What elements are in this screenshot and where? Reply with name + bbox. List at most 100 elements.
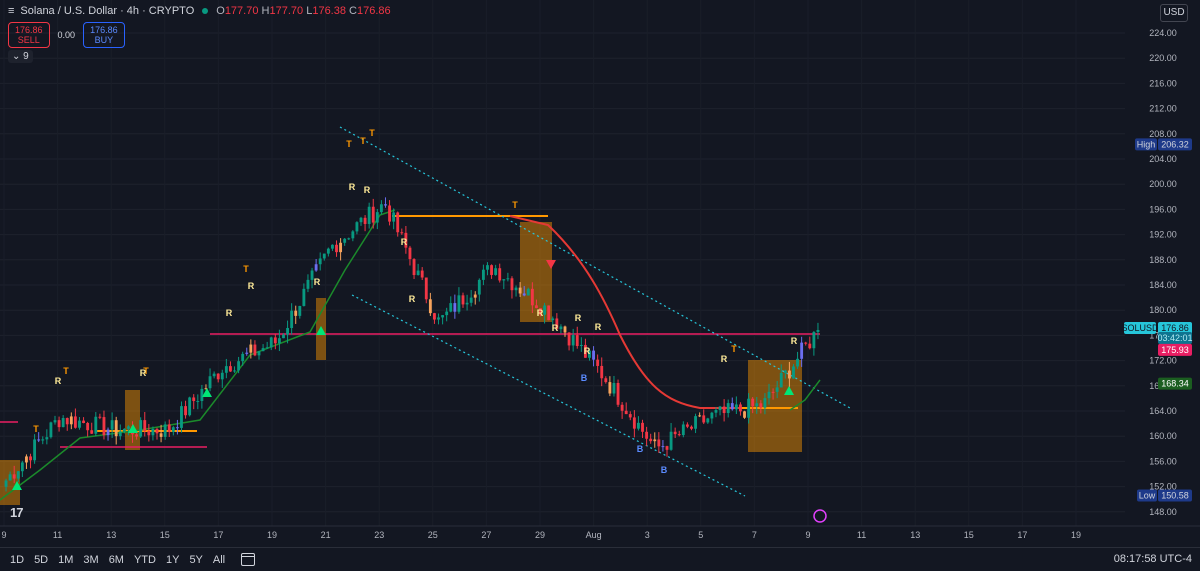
- price-tick: 204.00: [1149, 154, 1177, 164]
- candle-body: [4, 480, 8, 487]
- candle-body: [596, 359, 600, 366]
- price-tick: 184.00: [1149, 280, 1177, 290]
- price-tick: 172.00: [1149, 356, 1177, 366]
- price-tick: 188.00: [1149, 255, 1177, 265]
- candle-body: [367, 206, 371, 224]
- channel-upper-line: [339, 126, 851, 409]
- candle-body: [775, 387, 779, 392]
- candle-body: [677, 434, 681, 436]
- price-chart[interactable]: TT TTT TTTTRRRR RR RRRRRRRRRRBBB 224.00220.0…: [0, 0, 1200, 547]
- candle-body: [767, 391, 771, 399]
- timeframe-3m-button[interactable]: 3M: [83, 554, 98, 566]
- candle-body: [441, 315, 445, 318]
- resistance-marker: R: [401, 237, 408, 247]
- resistance-marker: R: [55, 376, 62, 386]
- candle-body: [575, 335, 579, 347]
- candle-body: [416, 270, 420, 276]
- candle-body: [579, 344, 583, 347]
- top-marker: T: [731, 344, 737, 354]
- symbol-title[interactable]: Solana / U.S. Dollar · 4h · CRYPTO: [20, 5, 194, 17]
- candle-body: [371, 206, 375, 223]
- timeframe-buttons: 1D 5D 1M 3M 6M YTD 1Y 5Y All: [0, 554, 225, 566]
- candle-body: [808, 343, 812, 349]
- buy-button[interactable]: 176.86 BUY: [83, 22, 125, 48]
- price-tick: 180.00: [1149, 305, 1177, 315]
- candle-body: [408, 247, 412, 260]
- resistance-marker: R: [537, 308, 544, 318]
- time-tick: 29: [535, 530, 545, 540]
- price-tick: 160.00: [1149, 431, 1177, 441]
- candle-body: [355, 222, 359, 232]
- candle-body: [690, 426, 693, 429]
- candle-body: [457, 295, 461, 312]
- candle-body: [726, 403, 730, 414]
- resistance-marker: R: [226, 308, 233, 318]
- candle-body: [604, 378, 608, 383]
- candle-body: [718, 406, 722, 411]
- candle-body: [698, 415, 702, 417]
- candle-body: [269, 337, 273, 348]
- candle-body: [139, 420, 143, 437]
- price-axis: 224.00 220.00 216.00 212.00 208.00 204.00 200.…: [1125, 0, 1200, 547]
- timeframe-5d-button[interactable]: 5D: [34, 554, 48, 566]
- price-tick: 192.00: [1149, 230, 1177, 240]
- candle-body: [522, 293, 526, 296]
- candle-body: [498, 268, 502, 281]
- top-marker: T: [512, 200, 518, 210]
- calendar-icon[interactable]: [241, 553, 256, 566]
- candle-body: [347, 238, 351, 240]
- clock[interactable]: 08:17:58 UTC-4: [1114, 553, 1192, 565]
- resistance-marker: R: [349, 182, 356, 192]
- candle-body: [90, 430, 94, 434]
- symbol-name-tag: SOLUSD: [1121, 323, 1159, 333]
- candle-body: [669, 431, 673, 450]
- candle-body: [653, 439, 657, 442]
- time-tick: Aug: [586, 530, 602, 540]
- bottom-marker: B: [637, 444, 644, 454]
- candle-body: [25, 456, 28, 463]
- timeframe-ytd-button[interactable]: YTD: [134, 554, 156, 566]
- candle-body: [375, 212, 379, 223]
- price-tick: 212.00: [1149, 104, 1177, 114]
- candle-body: [45, 437, 49, 440]
- resistance-marker: R: [595, 322, 602, 332]
- candle-body: [473, 294, 477, 298]
- candle-body: [102, 417, 106, 436]
- candle-body: [616, 382, 620, 405]
- time-tick: 21: [321, 530, 331, 540]
- candle-body: [224, 366, 228, 373]
- candle-body: [359, 217, 363, 223]
- candle-body: [681, 424, 685, 436]
- candle-body: [783, 370, 787, 373]
- timeframe-5y-button[interactable]: 5Y: [189, 554, 202, 566]
- hamburger-icon[interactable]: ≡: [8, 5, 14, 17]
- candle-body: [392, 212, 396, 222]
- candle-body: [98, 416, 102, 418]
- timeframe-6m-button[interactable]: 6M: [109, 554, 124, 566]
- bottom-marker: B: [661, 465, 668, 475]
- price-tick: 156.00: [1149, 456, 1177, 466]
- currency-button[interactable]: USD: [1160, 4, 1188, 22]
- candle-body: [69, 416, 73, 425]
- candle-body: [114, 420, 118, 437]
- sell-button[interactable]: 176.86 SELL: [8, 22, 50, 48]
- resistance-marker: R: [584, 346, 591, 356]
- timeframe-1d-button[interactable]: 1D: [10, 554, 24, 566]
- bottom-marker: B: [581, 373, 588, 383]
- timeframe-all-button[interactable]: All: [213, 554, 225, 566]
- candle-body: [543, 305, 547, 315]
- indicators-toggle[interactable]: ⌄ 9: [8, 50, 33, 63]
- candle-body: [175, 427, 179, 429]
- candle-body: [343, 238, 347, 243]
- timeframe-1y-button[interactable]: 1Y: [166, 554, 179, 566]
- candle-body: [339, 242, 343, 253]
- resistance-marker: R: [364, 185, 371, 195]
- candle-body: [477, 279, 481, 295]
- candle-body: [237, 361, 241, 371]
- candle-body: [657, 439, 661, 447]
- candle-body: [249, 344, 253, 353]
- timeframe-1m-button[interactable]: 1M: [58, 554, 73, 566]
- candle-body: [82, 420, 85, 424]
- candle-body: [8, 474, 12, 481]
- candle-body: [796, 358, 799, 367]
